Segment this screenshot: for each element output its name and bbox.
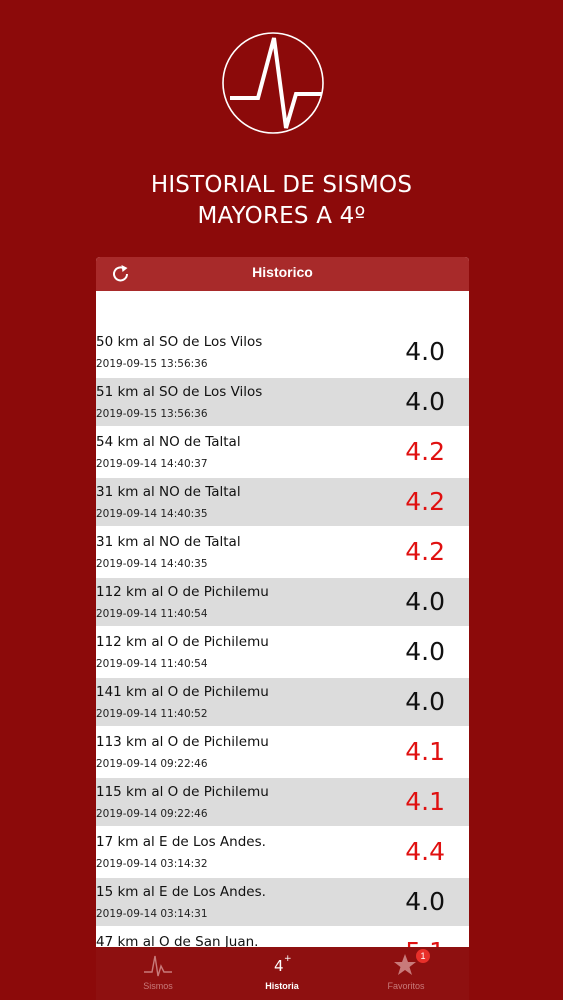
quake-location: 31 km al NO de Taltal [96, 534, 241, 550]
quake-row[interactable]: 17 km al E de Los Andes. 2019-09-14 03:14… [96, 828, 469, 878]
quake-magnitude: 4.2 [405, 537, 445, 566]
quake-location: 112 km al O de Pichilemu [96, 584, 269, 600]
quake-timestamp: 2019-09-14 14:40:35 [96, 508, 208, 520]
quake-magnitude: 4.2 [405, 487, 445, 516]
page-headline: HISTORIAL DE SISMOS MAYORES A 4º [0, 170, 563, 232]
quake-location: 15 km al E de Los Andes. [96, 884, 266, 900]
app-screen: Historico 50 km al SO de Los Vilos 2019-0… [96, 257, 469, 1000]
quake-location: 17 km al E de Los Andes. [96, 834, 266, 850]
quake-magnitude: 4.4 [405, 837, 445, 866]
quake-magnitude: 4.0 [405, 687, 445, 716]
quake-row[interactable]: 15 km al E de Los Andes. 2019-09-14 03:14… [96, 878, 469, 928]
tab-favoritos[interactable]: 1 Favoritos [344, 947, 468, 1000]
quake-timestamp: 2019-09-14 11:40:52 [96, 708, 208, 720]
quake-timestamp: 2019-09-14 11:40:54 [96, 608, 208, 620]
quake-row[interactable]: 31 km al NO de Taltal 2019-09-14 14:40:35… [96, 478, 469, 528]
quake-row[interactable]: 54 km al NO de Taltal 2019-09-14 14:40:37… [96, 428, 469, 478]
svg-text:4: 4 [274, 957, 284, 975]
tab-historia[interactable]: 4 + Historia [220, 947, 344, 1000]
quake-location: 50 km al SO de Los Vilos [96, 334, 263, 350]
quake-magnitude: 4.1 [405, 787, 445, 816]
quake-timestamp: 2019-09-14 03:14:32 [96, 858, 208, 870]
quake-location: 115 km al O de Pichilemu [96, 784, 269, 800]
navbar-title: Historico [252, 264, 313, 280]
quake-location: 141 km al O de Pichilemu [96, 684, 269, 700]
quake-timestamp: 2019-09-14 14:40:37 [96, 458, 208, 470]
quake-timestamp: 2019-09-14 09:22:46 [96, 808, 208, 820]
quake-location: 31 km al NO de Taltal [96, 484, 241, 500]
quake-magnitude: 4.1 [405, 737, 445, 766]
navigation-bar: Historico [96, 257, 469, 291]
quake-row[interactable]: 113 km al O de Pichilemu 2019-09-14 09:22… [96, 728, 469, 778]
quake-magnitude: 4.0 [405, 887, 445, 916]
quake-timestamp: 2019-09-15 13:56:36 [96, 358, 208, 370]
quake-timestamp: 2019-09-14 11:40:54 [96, 658, 208, 670]
headline-line-2: MAYORES A 4º [197, 203, 366, 229]
quake-row[interactable]: 112 km al O de Pichilemu 2019-09-14 11:40… [96, 628, 469, 678]
quake-row[interactable]: 31 km al NO de Taltal 2019-09-14 14:40:35… [96, 528, 469, 578]
svg-text:+: + [284, 954, 292, 964]
quake-timestamp: 2019-09-15 13:56:36 [96, 408, 208, 420]
favorites-badge: 1 [416, 949, 430, 963]
quake-row[interactable]: 51 km al SO de Los Vilos 2019-09-15 13:56… [96, 378, 469, 428]
quake-timestamp: 2019-09-14 14:40:35 [96, 558, 208, 570]
tab-sismos[interactable]: Sismos [96, 947, 220, 1000]
headline-line-1: HISTORIAL DE SISMOS [150, 172, 413, 198]
quake-row[interactable]: 141 km al O de Pichilemu 2019-09-14 11:40… [96, 678, 469, 728]
quake-magnitude: 4.0 [405, 387, 445, 416]
quake-location: 51 km al SO de Los Vilos [96, 384, 263, 400]
quake-row[interactable]: 50 km al SO de Los Vilos 2019-09-15 13:56… [96, 328, 469, 378]
history-icon: 4 + [274, 954, 292, 975]
seismograph-icon [144, 955, 172, 977]
quake-magnitude: 4.0 [405, 587, 445, 616]
tab-label-favoritos: Favoritos [387, 981, 425, 991]
star-icon [394, 954, 416, 975]
quake-location: 113 km al O de Pichilemu [96, 734, 269, 750]
quake-timestamp: 2019-09-14 09:22:46 [96, 758, 208, 770]
tab-label-sismos: Sismos [143, 981, 173, 991]
tab-bar: Sismos 4 + Historia 1 Favoritos [96, 947, 469, 1000]
quake-location: 112 km al O de Pichilemu [96, 634, 269, 650]
quake-location: 54 km al NO de Taltal [96, 434, 241, 450]
quake-magnitude: 4.0 [405, 337, 445, 366]
quake-magnitude: 4.0 [405, 637, 445, 666]
app-logo [222, 32, 324, 134]
quake-row[interactable]: 115 km al O de Pichilemu 2019-09-14 09:22… [96, 778, 469, 828]
quake-list: 50 km al SO de Los Vilos 2019-09-15 13:56… [96, 328, 469, 978]
quake-magnitude: 4.2 [405, 437, 445, 466]
tab-label-historia: Historia [265, 981, 299, 991]
quake-timestamp: 2019-09-14 03:14:31 [96, 908, 208, 920]
quake-row[interactable]: 112 km al O de Pichilemu 2019-09-14 11:40… [96, 578, 469, 628]
